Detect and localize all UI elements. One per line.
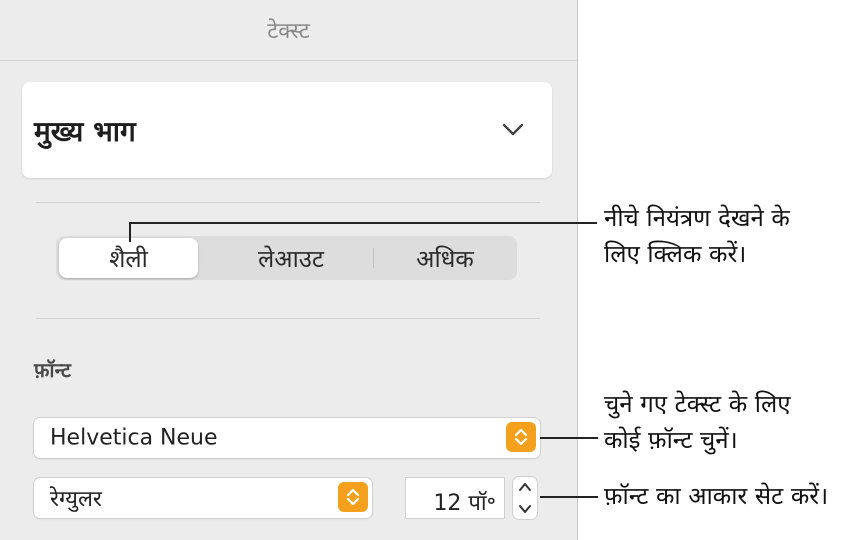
font-typeface-value: रेग्युलर [50,487,102,512]
sidebar-header: टेक्स्ट [0,0,577,61]
divider-top [36,202,540,203]
callout-tab-line2: लिए क्लिक करें। [604,240,747,268]
font-family-popup[interactable]: Helvetica Neue [34,418,540,458]
callout-font: चुने गए टेक्स्ट के लिए कोई फ़ॉन्ट चुनें। [604,386,791,458]
font-typeface-popup[interactable]: रेग्युलर [34,478,372,518]
paragraph-style-name: मुख्य भाग [34,115,136,148]
tab-layout-label: लेआउट [257,244,325,273]
callout-font-line1: चुने गए टेक्स्ट के लिए [604,390,791,418]
callout-line-tab-horizontal [129,222,597,224]
tab-more-label: अधिक [416,244,474,273]
callout-line-font [540,437,598,439]
callout-tab: नीचे नियंत्रण देखने के लिए क्लिक करें। [604,200,790,272]
font-family-value: Helvetica Neue [50,425,218,451]
callout-size-line1: फ़ॉन्ट का आकार सेट करें। [604,482,829,510]
callout-size: फ़ॉन्ट का आकार सेट करें। [604,478,828,514]
tab-style[interactable]: शैली [59,238,198,278]
callout-line-tab-vertical [129,222,131,242]
callout-tab-line1: नीचे नियंत्रण देखने के [604,204,790,232]
chevron-up-icon [519,483,531,491]
tab-control: शैली लेआउट अधिक [56,236,517,280]
stepper-down-button[interactable] [513,498,537,519]
font-size-field[interactable]: 12 पॉ॰ [406,478,504,518]
font-size-stepper [513,477,537,519]
font-section-label: फ़ॉन्ट [34,358,71,382]
divider-middle [36,318,540,319]
tab-style-label: शैली [109,244,148,273]
tab-layout[interactable]: लेआउट [216,236,366,280]
callout-line-size [540,496,598,498]
format-sidebar: टेक्स्ट मुख्य भाग शैली लेआउट अधिक फ़ॉन्ट… [0,0,578,540]
tab-more[interactable]: अधिक [376,236,514,280]
paragraph-style-menu[interactable]: मुख्य भाग [22,82,552,178]
font-size-value: 12 पॉ॰ [433,491,496,516]
chevron-down-icon [502,123,524,136]
stepper-up-button[interactable] [513,477,537,498]
chevron-down-icon [519,505,531,513]
up-down-arrows-icon [506,422,536,452]
tab-separator [373,248,374,268]
sidebar-title: टेक्स्ट [267,19,310,44]
callout-font-line2: कोई फ़ॉन्ट चुनें। [604,426,738,454]
up-down-arrows-icon [338,482,368,512]
